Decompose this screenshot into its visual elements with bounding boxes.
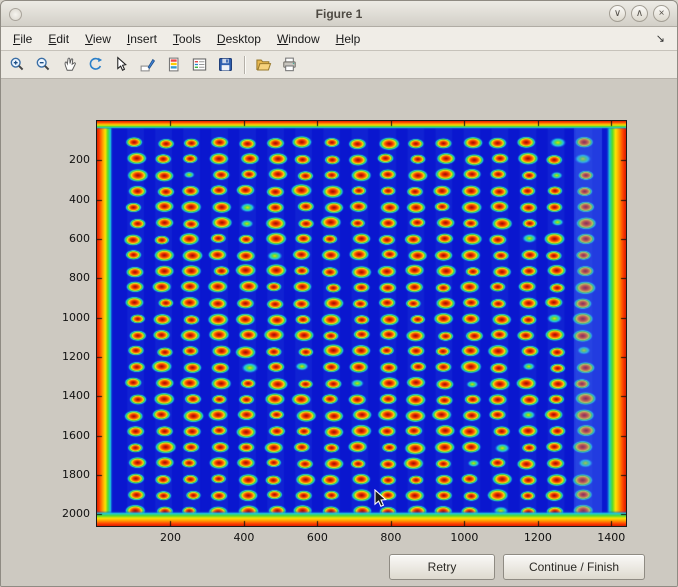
- y-tick-label: 200: [42, 153, 90, 167]
- print-button[interactable]: [277, 53, 302, 77]
- continue-finish-button[interactable]: Continue / Finish: [503, 554, 645, 580]
- window-title: Figure 1: [1, 7, 677, 21]
- x-tick-label: 1200: [516, 531, 560, 545]
- x-tick-label: 400: [222, 531, 266, 545]
- menu-items: FileEditViewInsertToolsDesktopWindowHelp: [5, 29, 368, 49]
- menu-help[interactable]: Help: [328, 29, 369, 49]
- y-tick-label: 400: [42, 193, 90, 207]
- menu-view[interactable]: View: [77, 29, 119, 49]
- zoom-out-button[interactable]: [31, 53, 56, 77]
- menu-insert[interactable]: Insert: [119, 29, 165, 49]
- menu-desktop[interactable]: Desktop: [209, 29, 269, 49]
- maximize-button[interactable]: ∧: [631, 5, 648, 22]
- menu-file[interactable]: File: [5, 29, 40, 49]
- menu-window[interactable]: Window: [269, 29, 328, 49]
- y-tick-label: 600: [42, 232, 90, 246]
- y-tick-label: 1000: [42, 311, 90, 325]
- dock-arrow-icon[interactable]: ↘: [656, 32, 673, 45]
- minimize-button[interactable]: ∨: [609, 5, 626, 22]
- rotate-3d-button[interactable]: [83, 53, 108, 77]
- titlebar[interactable]: Figure 1 ∨ ∧ ×: [1, 1, 677, 27]
- y-tick-label: 1600: [42, 429, 90, 443]
- menu-tools[interactable]: Tools: [165, 29, 209, 49]
- y-tick-label: 1400: [42, 389, 90, 403]
- save-button[interactable]: [213, 53, 238, 77]
- insert-legend-button[interactable]: [187, 53, 212, 77]
- x-tick-label: 1400: [589, 531, 633, 545]
- toolbar: [1, 51, 677, 79]
- heatmap-image[interactable]: [97, 121, 626, 526]
- y-tick-label: 1800: [42, 468, 90, 482]
- data-cursor-button[interactable]: [109, 53, 134, 77]
- plot-box: [96, 120, 627, 527]
- menubar: FileEditViewInsertToolsDesktopWindowHelp…: [1, 27, 677, 51]
- toolbar-buttons: [5, 53, 302, 77]
- menu-edit[interactable]: Edit: [40, 29, 77, 49]
- figure-window: Figure 1 ∨ ∧ × FileEditViewInsertToolsDesk…: [0, 0, 678, 587]
- colorbar-button[interactable]: [161, 53, 186, 77]
- y-tick-label: 2000: [42, 507, 90, 521]
- pan-button[interactable]: [57, 53, 82, 77]
- zoom-in-button[interactable]: [5, 53, 30, 77]
- brush-button[interactable]: [135, 53, 160, 77]
- open-button[interactable]: [251, 53, 276, 77]
- close-button[interactable]: ×: [653, 5, 670, 22]
- x-tick-label: 200: [148, 531, 192, 545]
- y-tick-label: 800: [42, 271, 90, 285]
- y-tick-label: 1200: [42, 350, 90, 364]
- toolbar-separator: [244, 56, 245, 74]
- window-controls: ∨ ∧ ×: [609, 5, 677, 22]
- figure-area: Retry Continue / Finish 200 400 600 800 1000…: [1, 79, 677, 586]
- retry-button[interactable]: Retry: [389, 554, 495, 580]
- x-tick-label: 800: [369, 531, 413, 545]
- x-tick-label: 1000: [442, 531, 486, 545]
- x-tick-label: 600: [295, 531, 339, 545]
